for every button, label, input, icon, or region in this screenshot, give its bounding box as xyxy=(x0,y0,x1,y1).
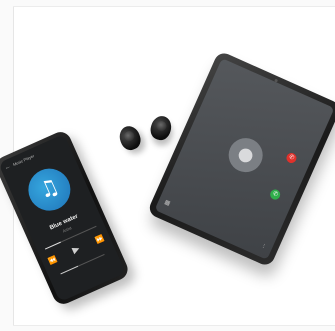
phone-decline-icon: ✆ xyxy=(287,153,296,162)
tablet-screen: ● ✆ ✆ ▦ ⋮ xyxy=(154,58,335,260)
fast-forward-icon[interactable]: ⏩ xyxy=(94,234,105,245)
play-icon[interactable]: ▶ xyxy=(71,244,81,256)
earbud-right-tip xyxy=(155,119,168,133)
earbud-left xyxy=(116,123,144,153)
music-note-icon: ♫ xyxy=(35,173,64,205)
earbud-left-tip xyxy=(122,129,136,143)
accept-call-button[interactable]: ✆ xyxy=(268,187,282,202)
person-icon: ● xyxy=(234,141,258,168)
top-border xyxy=(13,0,335,7)
rewind-icon[interactable]: ⏪ xyxy=(47,255,58,266)
bottom-border xyxy=(13,325,335,331)
keypad-icon[interactable]: ▦ xyxy=(163,199,171,207)
volume-slider-fill xyxy=(60,265,79,275)
tablet: ● ✆ ✆ ▦ ⋮ xyxy=(146,50,335,268)
caller-avatar: ● xyxy=(223,132,269,178)
smartphone: ← Music Player ♫ Blue water Artist ⏪ ▶ ⏩ xyxy=(0,128,132,308)
more-options-icon[interactable]: ⋮ xyxy=(260,243,267,251)
phone-accept-icon: ✆ xyxy=(271,189,280,199)
phone-header-title: Music Player xyxy=(12,153,36,168)
decline-call-button[interactable]: ✆ xyxy=(284,151,299,165)
earbud-right xyxy=(148,113,174,143)
back-arrow-icon[interactable]: ← xyxy=(4,164,12,172)
product-scene: ← Music Player ♫ Blue water Artist ⏪ ▶ ⏩ xyxy=(0,0,335,331)
album-art: ♫ xyxy=(21,161,78,218)
playback-progress-fill xyxy=(44,241,61,250)
playback-controls: ⏪ ▶ ⏩ xyxy=(47,234,106,266)
